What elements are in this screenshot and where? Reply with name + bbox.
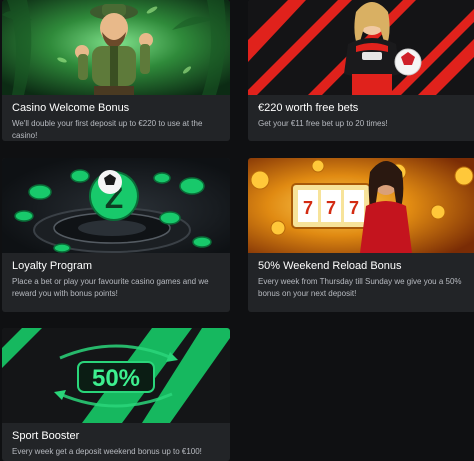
promo-card-casino-welcome-bonus[interactable]: Casino Welcome Bonus We'll double your f… (2, 0, 230, 141)
promo-description: Get your €11 free bet up to 20 times! (258, 119, 388, 128)
sport-booster-badge: 50% (92, 365, 140, 392)
promo-title: Casino Welcome Bonus (12, 102, 130, 114)
promo-card-loyalty-program[interactable]: Z Loyalty Program Place a bet or play yo… (2, 158, 230, 312)
promo-card-weekend-reload-bonus[interactable]: 7 7 7 50% Weekend Reload Bonus Every wee… (248, 158, 474, 312)
promo-title: 50% Weekend Reload Bonus (258, 260, 402, 272)
promo-title: Loyalty Program (12, 260, 93, 272)
roulette-chips-illustration: Z (2, 158, 230, 253)
slot-machine-illustration: 7 7 7 (248, 158, 474, 253)
promotions-grid: Casino Welcome Bonus We'll double your f… (0, 0, 474, 461)
promo-description: Place a bet or play your favourite casin… (12, 277, 209, 298)
jungle-explorer-illustration (2, 0, 230, 95)
percent-badge-illustration: 50% (2, 328, 230, 423)
svg-text:7: 7 (326, 198, 336, 218)
promo-title: €220 worth free bets (258, 102, 359, 114)
promo-image-weekend-reload: 7 7 7 (248, 158, 474, 253)
promo-description: We'll double your first deposit up to €2… (12, 119, 203, 140)
svg-text:7: 7 (303, 198, 313, 218)
promo-image-loyalty: Z (2, 158, 230, 253)
promo-description: Every week get a deposit weekend bonus u… (12, 447, 202, 456)
svg-text:7: 7 (349, 198, 359, 218)
promo-description: Every week from Thursday till Sunday we … (258, 277, 462, 298)
promo-image-free-bets (248, 0, 474, 95)
promo-image-sport-booster: 50% (2, 328, 230, 423)
promo-card-sport-booster[interactable]: 50% Sport Booster Every week get a depos… (2, 328, 230, 461)
promo-image-casino-welcome (2, 0, 230, 95)
soccer-player-illustration (248, 0, 474, 95)
promo-title: Sport Booster (12, 430, 80, 442)
promo-card-free-bets[interactable]: €220 worth free bets Get your €11 free b… (248, 0, 474, 141)
